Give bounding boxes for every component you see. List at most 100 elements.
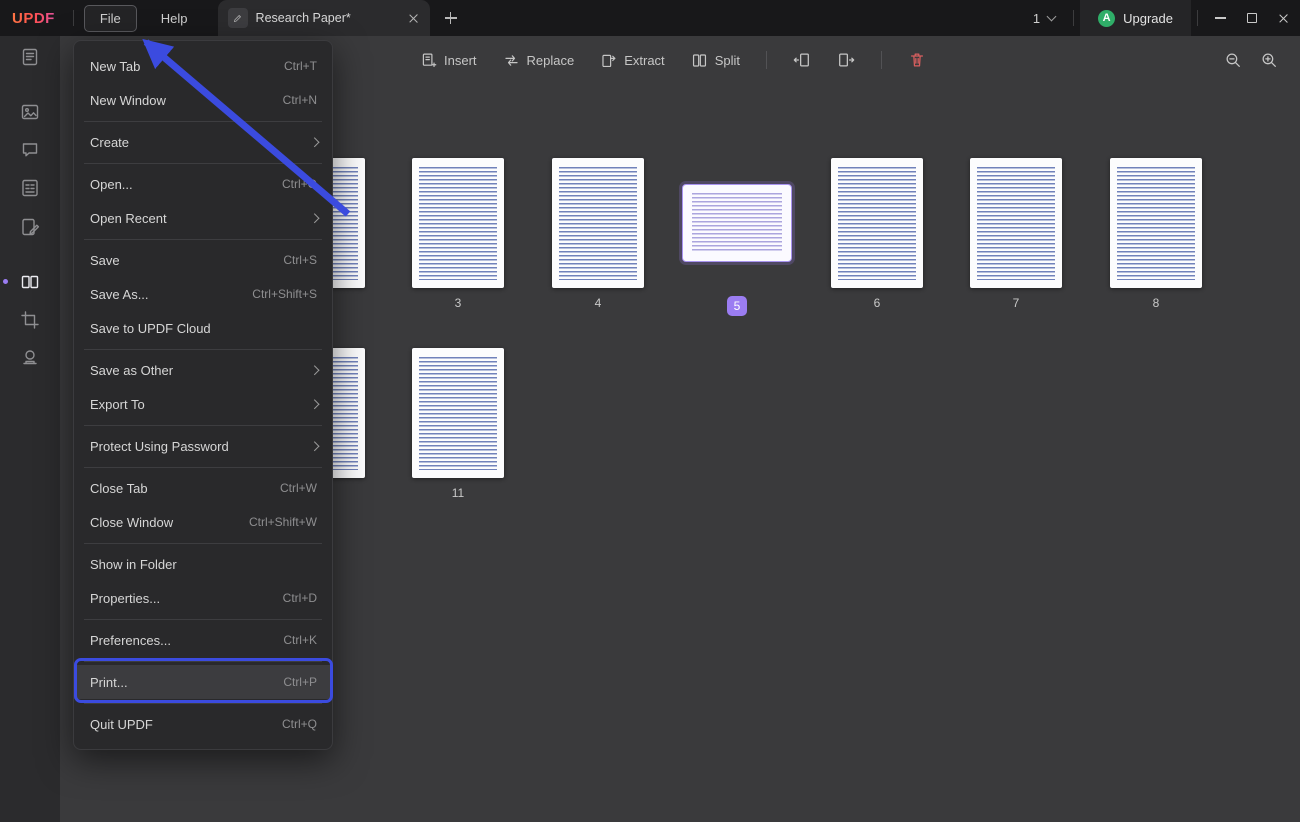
image-panel-icon[interactable] (18, 100, 42, 124)
open-recent-menu-item[interactable]: Open Recent (74, 201, 332, 235)
menu-item-label: Properties... (90, 590, 161, 606)
page-thumbnail[interactable] (552, 158, 644, 288)
export-to-menu-item[interactable]: Export To (74, 387, 332, 421)
menu-divider (84, 660, 322, 662)
extract-pages-button[interactable]: Extract (600, 52, 665, 69)
menu-item-label: Save As... (90, 286, 149, 302)
properties-menu-item[interactable]: Properties... Ctrl+D (74, 581, 332, 615)
quit-updf-menu-item[interactable]: Quit UPDF Ctrl+Q (74, 707, 332, 741)
menu-item-label: Show in Folder (90, 556, 177, 572)
comment-panel-icon[interactable] (18, 138, 42, 162)
toolbar-right-group (1224, 51, 1278, 69)
page-content-preview (977, 167, 1055, 280)
split-pages-button[interactable]: Split (691, 52, 740, 69)
new-tab-menu-item[interactable]: New Tab Ctrl+T (74, 49, 332, 83)
menu-divider (84, 120, 322, 122)
delete-pages-icon[interactable] (908, 51, 926, 69)
menu-item-label: Close Tab (90, 480, 148, 496)
insert-pages-button[interactable]: Insert (420, 52, 477, 69)
insert-page-left-icon[interactable] (793, 51, 811, 69)
replace-pages-button-label: Replace (526, 52, 575, 68)
close-tab-menu-item[interactable]: Close Tab Ctrl+W (74, 471, 332, 505)
open-menu-item[interactable]: Open... Ctrl+O (74, 167, 332, 201)
extract-pages-button-label: Extract (624, 52, 665, 68)
page-number: 11 (451, 486, 465, 500)
menu-item-label: Protect Using Password (90, 438, 229, 454)
help-menu-button[interactable]: Help (145, 5, 204, 32)
save-to-updf-cloud-menu-item[interactable]: Save to UPDF Cloud (74, 311, 332, 345)
reader-panel-icon[interactable] (18, 45, 42, 69)
zoom-in-icon[interactable] (1260, 51, 1278, 69)
menu-item-shortcut: Ctrl+D (282, 591, 317, 605)
page-thumbnail[interactable] (831, 158, 923, 288)
page-number: 6 (873, 296, 881, 310)
toolbar-divider (765, 51, 767, 69)
insert-page-right-icon[interactable] (837, 51, 855, 69)
split-icon (691, 52, 708, 69)
menu-item-label: New Window (90, 92, 166, 108)
topbar-divider (1197, 10, 1198, 26)
new-tab-button[interactable] (438, 5, 464, 31)
ocr-panel-icon[interactable] (18, 345, 42, 369)
menu-divider (84, 348, 322, 350)
menu-item-label: Save (90, 252, 120, 268)
page-content-preview (692, 193, 782, 253)
topbar-divider (1073, 10, 1075, 26)
save-menu-item[interactable]: Save Ctrl+S (74, 243, 332, 277)
print-menu-item[interactable]: Print... Ctrl+P (74, 665, 332, 699)
zoom-out-icon[interactable] (1224, 51, 1242, 69)
save-as-menu-item[interactable]: Save As... Ctrl+Shift+S (74, 277, 332, 311)
page-thumbnail[interactable] (412, 348, 504, 478)
tab-title: Research Paper* (255, 11, 351, 25)
show-in-folder-menu-item[interactable]: Show in Folder (74, 547, 332, 581)
maximize-button[interactable] (1236, 0, 1268, 36)
file-menu: New Tab Ctrl+T New Window Ctrl+N Create Open.… (73, 40, 333, 750)
sidebar (0, 36, 60, 822)
page-content-preview (838, 167, 916, 280)
protect-using-password-menu-item[interactable]: Protect Using Password (74, 429, 332, 463)
updf-logo: UPDF (0, 10, 67, 27)
replace-pages-button[interactable]: Replace (503, 52, 575, 69)
page-number: 5 (682, 296, 792, 316)
page-thumbnail[interactable] (970, 158, 1062, 288)
close-window-menu-item[interactable]: Close Window Ctrl+Shift+W (74, 505, 332, 539)
edit-panel-icon[interactable] (18, 215, 42, 239)
page-thumbnail[interactable] (682, 184, 792, 262)
tab-close-icon[interactable] (408, 12, 420, 24)
insert-pages-button-label: Insert (444, 52, 477, 68)
crop-panel-icon[interactable] (18, 308, 42, 332)
submenu-arrow-icon (309, 137, 319, 147)
page-number: 7 (1012, 296, 1020, 310)
file-menu-button[interactable]: File (83, 4, 137, 32)
page-thumbnail[interactable] (1110, 158, 1202, 288)
upgrade-button[interactable]: A Upgrade (1080, 0, 1191, 36)
form-panel-icon[interactable] (18, 176, 42, 200)
menu-item-shortcut: Ctrl+W (280, 481, 317, 495)
menu-item-shortcut: Ctrl+O (281, 177, 317, 191)
menu-item-label: Save to UPDF Cloud (90, 320, 211, 336)
toolbar-left-group: Insert Replace Extract Split (420, 51, 926, 69)
preferences-menu-item[interactable]: Preferences... Ctrl+K (74, 623, 332, 657)
close-button[interactable] (1268, 0, 1300, 36)
page-number: 8 (1152, 296, 1160, 310)
selected-page-badge: 5 (727, 296, 747, 316)
menu-item-shortcut: Ctrl+N (282, 93, 317, 107)
minimize-button[interactable] (1204, 0, 1236, 36)
page-count-dropdown[interactable]: 1 (1021, 11, 1067, 26)
menu-divider (84, 542, 322, 544)
new-window-menu-item[interactable]: New Window Ctrl+N (74, 83, 332, 117)
menu-item-label: Open Recent (90, 210, 167, 226)
menu-item-label: Preferences... (90, 632, 171, 648)
split-pages-button-label: Split (714, 52, 740, 68)
save-as-other-menu-item[interactable]: Save as Other (74, 353, 332, 387)
page-count-value: 1 (1032, 10, 1041, 26)
menu-item-label: Create (90, 134, 130, 150)
page-thumbnail[interactable] (412, 158, 504, 288)
annotate-document-icon (227, 8, 248, 28)
menu-item-shortcut: Ctrl+Shift+S (252, 287, 317, 301)
menu-item-label: New Tab (90, 58, 141, 74)
menu-item-shortcut: Ctrl+K (283, 633, 317, 647)
organize-pages-panel-icon[interactable] (18, 270, 42, 294)
document-tab[interactable]: Research Paper* (217, 0, 430, 36)
create-menu-item[interactable]: Create (74, 125, 332, 159)
